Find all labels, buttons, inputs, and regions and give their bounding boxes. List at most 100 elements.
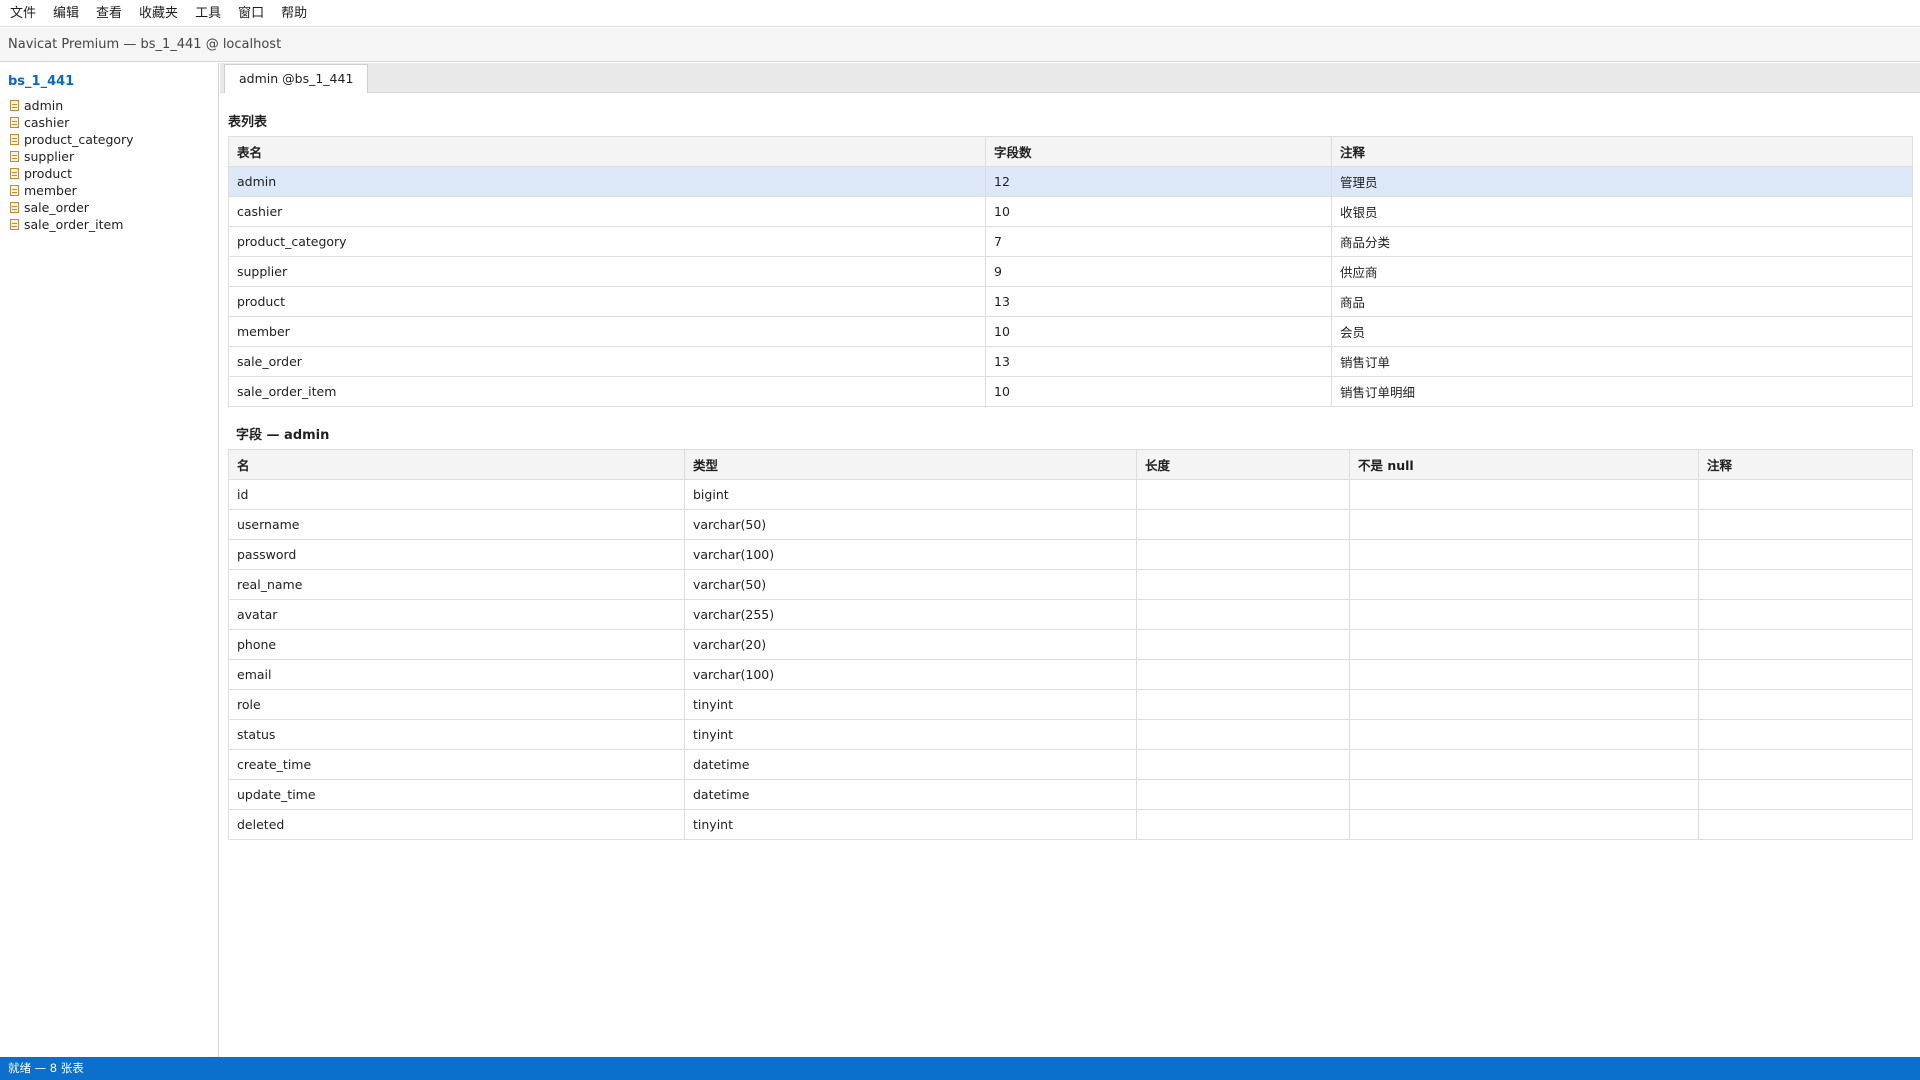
table-row[interactable]: product_category 7 商品分类 bbox=[228, 226, 1913, 257]
cell-field-not-null bbox=[1349, 659, 1699, 690]
cell-field-length bbox=[1136, 779, 1350, 810]
menu-window[interactable]: 窗口 bbox=[234, 0, 271, 27]
column-header-comment[interactable]: 注释 bbox=[1331, 136, 1913, 167]
cell-field-type: bigint bbox=[684, 479, 1137, 510]
database-node[interactable]: bs_1_441 bbox=[0, 71, 218, 93]
cell-field-name: status bbox=[228, 719, 685, 750]
field-row[interactable]: create_time datetime bbox=[228, 749, 1913, 780]
table-tree: admin cashier product_category supplier prod… bbox=[0, 97, 218, 233]
cell-field-not-null bbox=[1349, 479, 1699, 510]
cell-table-name: product_category bbox=[228, 226, 986, 257]
table-list-title: 表列表 bbox=[228, 115, 268, 130]
cell-field-comment bbox=[1698, 809, 1913, 840]
cell-field-comment bbox=[1698, 509, 1913, 540]
cell-field-count: 9 bbox=[985, 256, 1332, 287]
sidebar-item-member[interactable]: member bbox=[0, 182, 218, 199]
cell-field-comment bbox=[1698, 779, 1913, 810]
cell-field-type: datetime bbox=[684, 749, 1137, 780]
table-row[interactable]: supplier 9 供应商 bbox=[228, 256, 1913, 287]
field-row[interactable]: id bigint bbox=[228, 479, 1913, 510]
cell-field-length bbox=[1136, 629, 1350, 660]
menu-favorites[interactable]: 收藏夹 bbox=[135, 0, 185, 27]
sidebar-item-sale-order-item[interactable]: sale_order_item bbox=[0, 216, 218, 233]
sidebar-item-product[interactable]: product bbox=[0, 165, 218, 182]
cell-field-name: password bbox=[228, 539, 685, 570]
table-row[interactable]: sale_order_item 10 销售订单明细 bbox=[228, 376, 1913, 407]
tab-admin[interactable]: admin @bs_1_441 bbox=[224, 64, 369, 93]
sidebar: bs_1_441 admin cashier product_category sup… bbox=[0, 63, 219, 1057]
column-header-type[interactable]: 类型 bbox=[684, 449, 1137, 480]
column-header-table-name[interactable]: 表名 bbox=[228, 136, 986, 167]
field-row[interactable]: role tinyint bbox=[228, 689, 1913, 720]
cell-field-not-null bbox=[1349, 629, 1699, 660]
cell-field-type: datetime bbox=[684, 779, 1137, 810]
cell-field-type: tinyint bbox=[684, 689, 1137, 720]
table-list-grid: 表名 字段数 注释 admin 12 管理员 cashier 10 收银员 product_… bbox=[228, 136, 1913, 407]
field-row[interactable]: deleted tinyint bbox=[228, 809, 1913, 840]
menu-view[interactable]: 查看 bbox=[92, 0, 129, 27]
cell-table-name: cashier bbox=[228, 196, 986, 227]
cell-table-name: supplier bbox=[228, 256, 986, 287]
cell-field-count: 12 bbox=[985, 166, 1332, 197]
sidebar-item-product-category[interactable]: product_category bbox=[0, 131, 218, 148]
main-panel: admin @bs_1_441 表列表 表名 字段数 注释 admin 12 管理员… bbox=[220, 63, 1920, 1057]
cell-field-comment bbox=[1698, 539, 1913, 570]
cell-field-count: 10 bbox=[985, 316, 1332, 347]
cell-field-type: tinyint bbox=[684, 719, 1137, 750]
menu-edit[interactable]: 编辑 bbox=[49, 0, 86, 27]
cell-field-not-null bbox=[1349, 749, 1699, 780]
fields-grid: 名 类型 长度 不是 null 注释 id bigint username varch… bbox=[228, 449, 1913, 840]
cell-field-not-null bbox=[1349, 539, 1699, 570]
table-row[interactable]: admin 12 管理员 bbox=[228, 166, 1913, 197]
column-header-name[interactable]: 名 bbox=[228, 449, 685, 480]
cell-field-name: avatar bbox=[228, 599, 685, 630]
cell-field-comment bbox=[1698, 629, 1913, 660]
field-row[interactable]: status tinyint bbox=[228, 719, 1913, 750]
navicat-window: 文件 编辑 查看 收藏夹 工具 窗口 帮助 Navicat Premium — … bbox=[0, 0, 1920, 1080]
cell-field-length bbox=[1136, 539, 1350, 570]
table-row[interactable]: member 10 会员 bbox=[228, 316, 1913, 347]
sidebar-item-sale-order[interactable]: sale_order bbox=[0, 199, 218, 216]
field-row[interactable]: avatar varchar(255) bbox=[228, 599, 1913, 630]
cell-field-comment bbox=[1698, 719, 1913, 750]
column-header-field-count[interactable]: 字段数 bbox=[985, 136, 1332, 167]
field-row[interactable]: email varchar(100) bbox=[228, 659, 1913, 690]
column-header-length[interactable]: 长度 bbox=[1136, 449, 1350, 480]
field-row[interactable]: phone varchar(20) bbox=[228, 629, 1913, 660]
window-title: Navicat Premium — bs_1_441 @ localhost bbox=[0, 28, 1920, 62]
menu-help[interactable]: 帮助 bbox=[277, 0, 314, 27]
cell-field-comment bbox=[1698, 599, 1913, 630]
table-row[interactable]: sale_order 13 销售订单 bbox=[228, 346, 1913, 377]
cell-field-length bbox=[1136, 509, 1350, 540]
cell-field-count: 10 bbox=[985, 196, 1332, 227]
cell-field-comment bbox=[1698, 569, 1913, 600]
cell-field-comment bbox=[1698, 749, 1913, 780]
menu-tools[interactable]: 工具 bbox=[191, 0, 228, 27]
sidebar-item-label: member bbox=[24, 183, 77, 198]
menu-file[interactable]: 文件 bbox=[6, 0, 43, 27]
cell-field-count: 10 bbox=[985, 376, 1332, 407]
field-row[interactable]: password varchar(100) bbox=[228, 539, 1913, 570]
sidebar-item-cashier[interactable]: cashier bbox=[0, 114, 218, 131]
sidebar-item-admin[interactable]: admin bbox=[0, 97, 218, 114]
cell-field-comment bbox=[1698, 479, 1913, 510]
cell-field-not-null bbox=[1349, 719, 1699, 750]
sidebar-item-supplier[interactable]: supplier bbox=[0, 148, 218, 165]
tab-bar: admin @bs_1_441 bbox=[220, 63, 1920, 93]
column-header-not-null[interactable]: 不是 null bbox=[1349, 449, 1699, 480]
field-row[interactable]: username varchar(50) bbox=[228, 509, 1913, 540]
cell-field-name: deleted bbox=[228, 809, 685, 840]
cell-field-length bbox=[1136, 479, 1350, 510]
cell-field-length bbox=[1136, 809, 1350, 840]
table-list-header: 表名 字段数 注释 bbox=[228, 136, 1913, 167]
table-icon bbox=[10, 168, 19, 179]
table-row[interactable]: product 13 商品 bbox=[228, 286, 1913, 317]
column-header-field-comment[interactable]: 注释 bbox=[1698, 449, 1913, 480]
sidebar-item-label: product_category bbox=[24, 132, 134, 147]
field-row[interactable]: update_time datetime bbox=[228, 779, 1913, 810]
field-row[interactable]: real_name varchar(50) bbox=[228, 569, 1913, 600]
cell-field-type: varchar(20) bbox=[684, 629, 1137, 660]
cell-field-name: phone bbox=[228, 629, 685, 660]
table-row[interactable]: cashier 10 收银员 bbox=[228, 196, 1913, 227]
sidebar-item-label: product bbox=[24, 166, 73, 181]
